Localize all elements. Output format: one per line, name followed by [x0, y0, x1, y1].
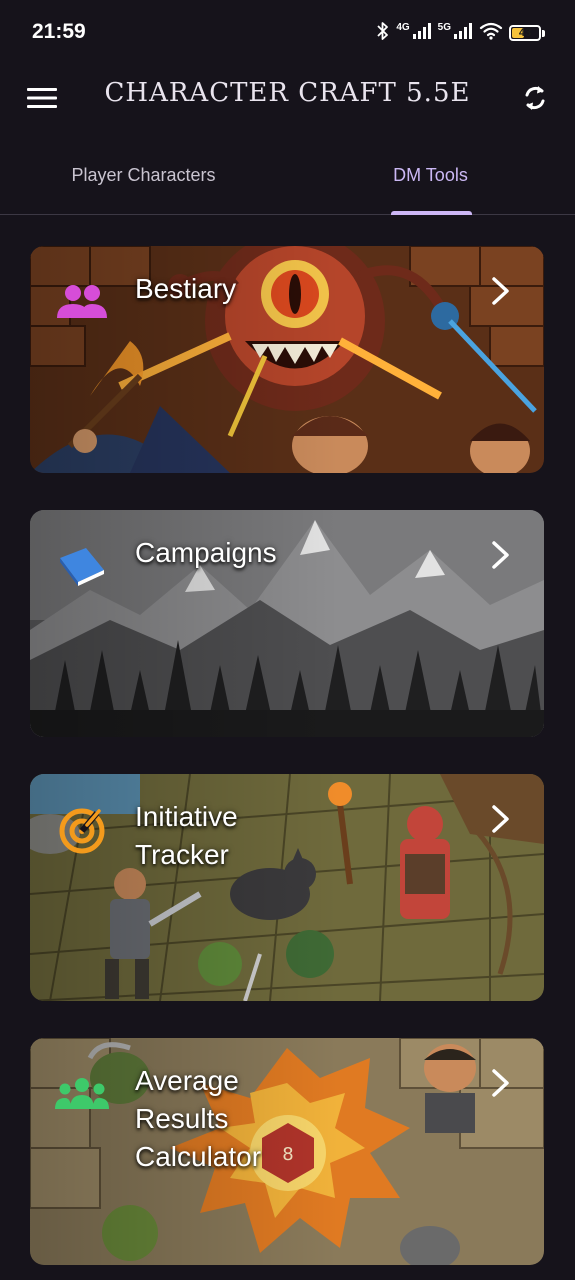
sync-button[interactable] — [515, 80, 555, 120]
network-label-1: 4G — [396, 21, 410, 33]
battery-tip — [542, 29, 545, 37]
battery-level: 43 — [518, 27, 532, 39]
signal-icon — [453, 23, 473, 43]
sync-icon — [521, 83, 549, 117]
chevron-right-icon — [486, 802, 516, 836]
chevron-right-icon — [486, 538, 516, 572]
screen: 21:59 4G 5G 43 CHARACTER CRAFT 5.5E Play… — [0, 0, 575, 1280]
target-icon — [54, 802, 110, 858]
signal-icon — [412, 23, 432, 43]
card-title-average-results-calculator: Average Results Calculator — [135, 1065, 262, 1172]
card-bestiary[interactable]: Bestiary — [30, 246, 544, 473]
status-bar: 21:59 4G 5G 43 — [0, 0, 575, 64]
tab-indicator — [391, 211, 472, 215]
chevron-right-icon — [486, 1066, 516, 1100]
card-title-bestiary: Bestiary — [135, 273, 237, 304]
status-icons: 4G 5G 43 — [376, 20, 545, 46]
group-icon — [54, 274, 110, 330]
chevron-right-icon — [486, 274, 516, 308]
card-average-results-calculator[interactable]: 8 Average Results Calculator — [30, 1038, 544, 1265]
tab-player-characters[interactable]: Player Characters — [0, 150, 287, 214]
card-title-initiative-tracker: Initiative Tracker — [135, 801, 238, 870]
card-initiative-tracker[interactable]: Initiative Tracker — [30, 774, 544, 1001]
network-label-2: 5G — [437, 21, 451, 33]
tab-dm-tools[interactable]: DM Tools — [287, 150, 574, 214]
app-title: CHARACTER CRAFT 5.5E — [104, 78, 471, 108]
wifi-icon — [479, 22, 503, 44]
bluetooth-icon — [376, 21, 390, 45]
tab-bar: Player Characters DM Tools — [0, 150, 575, 215]
team-icon — [54, 1066, 110, 1122]
book-icon — [54, 538, 110, 594]
card-title-campaigns: Campaigns — [135, 537, 277, 568]
card-campaigns[interactable]: Campaigns — [30, 510, 544, 737]
app-bar: CHARACTER CRAFT 5.5E — [0, 64, 575, 134]
battery-icon: 43 — [509, 25, 541, 41]
status-time: 21:59 — [32, 20, 86, 43]
